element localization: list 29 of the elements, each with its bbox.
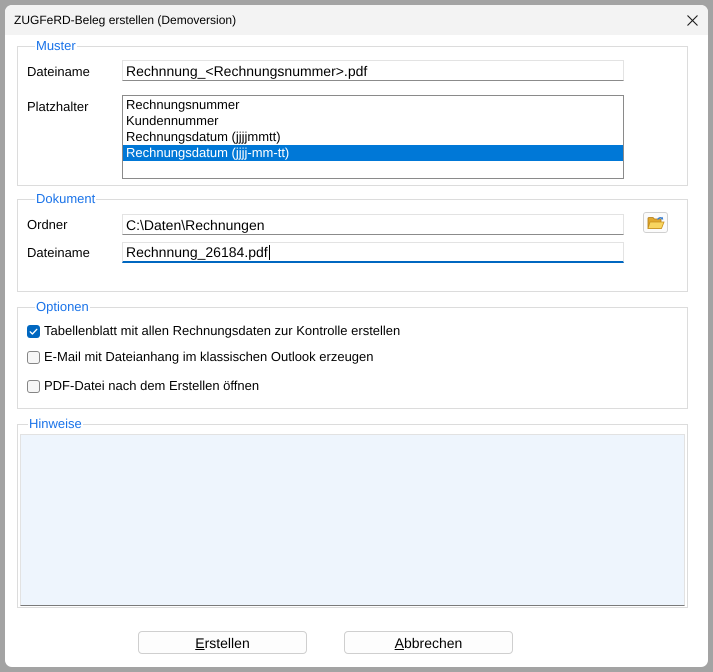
list-item[interactable]: Rechnungsdatum (jjjjmmtt) (123, 128, 623, 144)
text-cursor (268, 244, 270, 260)
list-item[interactable]: Kundennummer (123, 112, 623, 128)
group-title: Muster (35, 38, 77, 54)
field-label: Platzhalter (27, 98, 90, 116)
dialog-button[interactable]: Erstellen (138, 631, 307, 654)
checkbox-label: PDF-Datei nach dem Erstellen öffnen (44, 377, 260, 396)
text-field[interactable]: C:\Daten\Rechnungen (122, 214, 624, 235)
folder-icon (646, 216, 664, 230)
text-field[interactable]: Rechnnung_26184.pdf (122, 242, 624, 263)
group-title: Hinweise (28, 416, 83, 432)
text-field[interactable]: Rechnnung_<Rechnungsnummer>.pdf (122, 60, 624, 81)
checkbox-label: E-Mail mit Dateianhang im klassischen Outlook erzeugen (44, 348, 374, 366)
placeholder-list[interactable]: Rechnungsnummer Kundennummer Rechnungsdatum (jjjjmmtt) Rechnungsdatum (jjjj-mm-tt) (122, 94, 624, 178)
window-title: ZUGFeRD-Beleg erstellen (Demoversion) (13, 12, 236, 29)
field-label: Dateiname (27, 63, 91, 81)
checkbox[interactable] (27, 380, 40, 392)
field-label: Ordner (27, 216, 68, 234)
field-label: Dateiname (27, 244, 91, 262)
group-title: Optionen (35, 299, 90, 315)
group-title: Dokument (35, 191, 96, 207)
list-item[interactable]: Rechnungsnummer (123, 96, 623, 112)
checkbox[interactable] (27, 350, 40, 364)
close-icon (686, 14, 698, 26)
checkbox-label: Tabellenblatt mit allen Rechnungsdaten zur Kontrolle erstellen (44, 322, 400, 340)
list-item[interactable]: Rechnungsdatum (jjjj-mm-tt) (123, 144, 623, 160)
browse-button[interactable] (643, 212, 668, 233)
checkbox[interactable] (27, 324, 40, 338)
dialog-button[interactable]: Abbrechen (344, 631, 513, 654)
